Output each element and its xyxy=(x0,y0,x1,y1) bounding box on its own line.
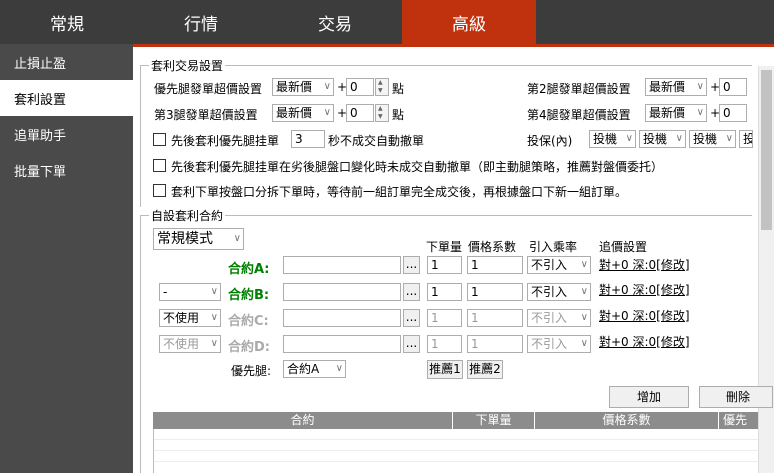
contract-a-browse[interactable]: ... xyxy=(403,256,420,274)
contract-b-label: 合約B: xyxy=(228,288,270,303)
vertical-scrollbar[interactable] xyxy=(758,66,774,473)
sidebar-item-chase-order[interactable]: 追單助手 xyxy=(0,116,133,152)
leg2-label: 第2腿發單超價設置 xyxy=(527,82,631,96)
leg4-value-input[interactable]: 0 xyxy=(719,104,747,122)
priority-leg-select[interactable]: 合約A ∨ xyxy=(283,360,346,378)
auto-cancel-seconds-input[interactable]: 3 xyxy=(291,130,325,148)
leg-first-label: 優先腿發單超價設置 xyxy=(154,82,263,96)
leg-first-price-select[interactable]: 最新價 ∨ xyxy=(272,78,334,96)
table-header-qty: 下單量 xyxy=(453,412,535,429)
contract-b-op-select[interactable]: - ∨ xyxy=(159,283,221,301)
sidebar-item-arbitrage[interactable]: 套利設置 xyxy=(0,80,133,116)
contract-a-chase-link[interactable]: 對+0 深:0[修改] xyxy=(599,256,690,273)
table-row xyxy=(154,440,758,451)
contract-table-body xyxy=(153,429,758,473)
leg-first-spinner[interactable]: ▲ ▼ xyxy=(375,78,389,96)
recommend-2-button[interactable]: 推薦2 xyxy=(467,360,503,379)
split-order-checkbox[interactable] xyxy=(153,184,166,197)
contract-b-browse[interactable]: ... xyxy=(403,283,420,301)
sidebar-item-stop-loss[interactable]: 止損止盈 xyxy=(0,44,133,80)
sidebar-item-batch-order[interactable]: 批量下單 xyxy=(0,152,133,188)
contract-c-coef[interactable]: 1 xyxy=(467,309,523,327)
delete-button[interactable]: 刪除 xyxy=(699,386,773,408)
tab-advanced[interactable]: 高級 xyxy=(402,0,536,44)
scrollbar-thumb[interactable] xyxy=(761,70,772,230)
active-leg-checkbox[interactable] xyxy=(153,159,166,172)
table-header-priority: 優先 xyxy=(723,413,748,427)
col-qty-header: 下單量 xyxy=(426,240,463,254)
leg3-spinner[interactable]: ▲ ▼ xyxy=(375,104,389,122)
leg3-price-select[interactable]: 最新價 ∨ xyxy=(272,104,334,122)
leg3-value-input[interactable]: 0 xyxy=(346,104,374,122)
contract-d-input[interactable] xyxy=(283,335,401,353)
tick-unit: 點 xyxy=(392,108,405,122)
hedge-select-4[interactable]: 投 xyxy=(739,130,753,148)
contract-c-input[interactable] xyxy=(283,309,401,327)
contract-c-qty[interactable]: 1 xyxy=(427,309,462,327)
leg-first-value-input[interactable]: 0 xyxy=(346,78,374,96)
split-order-label: 套利下單按盤口分拆下單時，等待前一組訂單完全成交後，再根據盤口下新一組訂單。 xyxy=(171,185,628,199)
accent-bar xyxy=(133,44,774,47)
auto-cancel-checkbox[interactable] xyxy=(153,133,166,146)
hedge-select-2[interactable]: 投機 ∨ xyxy=(639,130,686,148)
tick-unit: 點 xyxy=(392,82,405,96)
contract-b-chase-link[interactable]: 對+0 深:0[修改] xyxy=(599,281,690,298)
hedge-label: 投保(內) xyxy=(527,134,573,148)
priority-leg-label: 優先腿: xyxy=(231,364,272,378)
arb-settings-title: 套利交易設置 xyxy=(149,57,226,74)
contract-d-mult[interactable]: 不引入 ∨ xyxy=(527,335,591,353)
table-header-contract: 合約 xyxy=(153,412,453,429)
contract-a-coef[interactable]: 1 xyxy=(467,256,523,274)
active-leg-label: 先後套利優先腿挂單在劣後腿盤口變化時未成交自動撤單（即主動腿策略，推薦對盤價委托… xyxy=(171,160,664,174)
hedge-select-1[interactable]: 投機 ∨ xyxy=(589,130,636,148)
contract-b-coef[interactable]: 1 xyxy=(467,283,523,301)
col-chase-header: 追價設置 xyxy=(599,240,648,254)
add-button[interactable]: 增加 xyxy=(609,386,689,408)
leg2-price-select[interactable]: 最新價 ∨ xyxy=(645,78,707,96)
table-header-coef: 價格系數 xyxy=(535,412,719,429)
contract-a-input[interactable] xyxy=(283,256,401,274)
contract-c-mult[interactable]: 不引入 ∨ xyxy=(527,309,591,327)
contract-c-op-select[interactable]: 不使用 ∨ xyxy=(159,309,221,327)
contract-d-chase-link[interactable]: 對+0 深:0[修改] xyxy=(599,333,690,350)
contract-d-qty[interactable]: 1 xyxy=(427,335,462,353)
auto-cancel-label: 先後套利優先腿挂單 xyxy=(171,134,280,148)
hedge-select-3[interactable]: 投機 ∨ xyxy=(689,130,736,148)
contract-c-chase-link[interactable]: 對+0 深:0[修改] xyxy=(599,307,690,324)
col-coef-header: 價格系數 xyxy=(468,240,517,254)
contract-b-mult[interactable]: 不引入 ∨ xyxy=(527,283,591,301)
contract-d-label: 合約D: xyxy=(228,340,270,355)
table-row xyxy=(154,451,758,462)
contract-d-op-select[interactable]: 不使用 ∨ xyxy=(159,335,221,353)
tab-quotes[interactable]: 行情 xyxy=(134,0,268,44)
auto-cancel-suffix: 秒不成交自動撤單 xyxy=(328,134,425,148)
contract-c-label: 合約C: xyxy=(228,314,269,329)
leg4-label: 第4腿發單超價設置 xyxy=(527,108,631,122)
custom-contract-title: 自設套利合約 xyxy=(149,207,226,224)
contract-table-header: 合約 下單量 價格系數 優先 xyxy=(153,412,758,429)
contract-a-qty[interactable]: 1 xyxy=(427,256,462,274)
leg2-value-input[interactable]: 0 xyxy=(719,78,747,96)
mode-select[interactable]: 常規模式 ∨ xyxy=(153,228,244,250)
contract-d-browse[interactable]: ... xyxy=(403,335,420,353)
tab-general[interactable]: 常規 xyxy=(0,0,134,44)
contract-a-label: 合約A: xyxy=(228,262,270,277)
table-row xyxy=(154,429,758,440)
sidebar: 止損止盈 套利設置 追單助手 批量下單 xyxy=(0,44,133,473)
top-tab-bar: 常規 行情 交易 高級 xyxy=(0,0,774,44)
main-panel: 套利交易設置 優先腿發單超價設置 最新價 ∨ + 0 ▲ ▼ 點 第2腿發單超價設置… xyxy=(133,44,774,473)
contract-c-browse[interactable]: ... xyxy=(403,309,420,327)
contract-b-qty[interactable]: 1 xyxy=(427,283,462,301)
recommend-1-button[interactable]: 推薦1 xyxy=(427,360,463,379)
leg3-label: 第3腿發單超價設置 xyxy=(154,108,258,122)
tab-trade[interactable]: 交易 xyxy=(268,0,402,44)
leg4-price-select[interactable]: 最新價 ∨ xyxy=(645,104,707,122)
col-mult-header: 引入乘率 xyxy=(529,240,578,254)
contract-d-coef[interactable]: 1 xyxy=(467,335,523,353)
contract-a-mult[interactable]: 不引入 ∨ xyxy=(527,256,591,274)
contract-b-input[interactable] xyxy=(283,283,401,301)
